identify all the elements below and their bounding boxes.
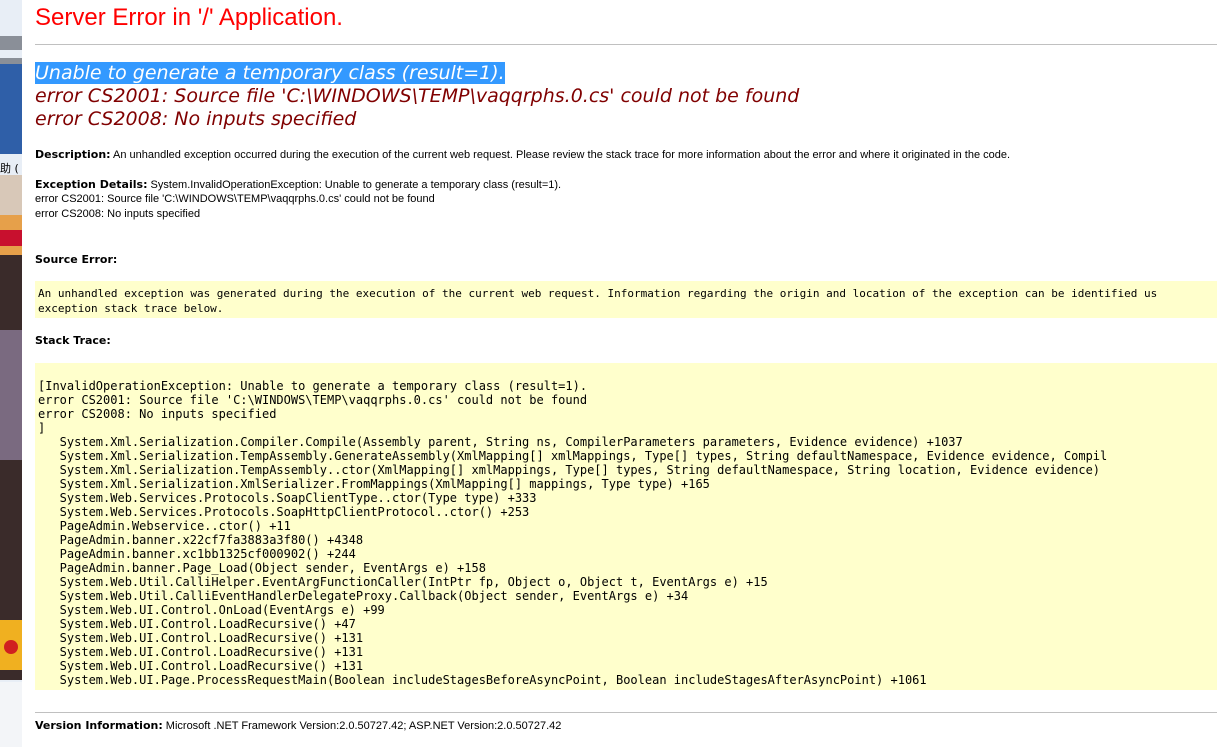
background-window-toolbar bbox=[0, 36, 22, 50]
footer-divider bbox=[35, 712, 1217, 713]
stack-trace-line: System.Xml.Serialization.Compiler.Compil… bbox=[38, 435, 963, 449]
description-text: An unhandled exception occurred during t… bbox=[113, 149, 1011, 161]
source-error-line-2: exception stack trace below. bbox=[38, 302, 224, 315]
source-error-box: An unhandled exception was generated dur… bbox=[35, 281, 1217, 318]
description-paragraph: Description: An unhandled exception occu… bbox=[35, 148, 1010, 161]
stack-trace-box: [InvalidOperationException: Unable to ge… bbox=[35, 363, 1217, 690]
stack-trace-line: System.Web.Services.Protocols.SoapClient… bbox=[38, 491, 537, 505]
background-window-text: 助 ( bbox=[0, 162, 19, 175]
version-label: Version Information: bbox=[35, 719, 163, 732]
stack-trace-line: System.Web.UI.Control.LoadRecursive() +1… bbox=[38, 631, 364, 645]
stack-trace-line: PageAdmin.banner.x22cf7fa3883a3f80() +43… bbox=[38, 533, 364, 547]
exception-details-text: System.InvalidOperationException: Unable… bbox=[150, 179, 562, 191]
background-window-banner bbox=[0, 64, 22, 154]
stack-trace-line: error CS2008: No inputs specified bbox=[38, 407, 277, 421]
source-error-label: Source Error: bbox=[35, 253, 118, 266]
stack-trace-line: PageAdmin.banner.xc1bb1325cf000902() +24… bbox=[38, 547, 356, 561]
stack-trace-line: System.Xml.Serialization.TempAssembly.Ge… bbox=[38, 449, 1108, 463]
stack-trace-line: PageAdmin.banner.Page_Load(Object sender… bbox=[38, 561, 486, 575]
stack-trace-line: System.Web.UI.Control.OnLoad(EventArgs e… bbox=[38, 603, 385, 617]
stack-trace-line: System.Xml.Serialization.TempAssembly..c… bbox=[38, 463, 1101, 477]
background-window-mascot-detail bbox=[4, 640, 18, 654]
stack-trace-line: System.Web.UI.Control.LoadRecursive() +4… bbox=[38, 617, 356, 631]
exception-details-label: Exception Details: bbox=[35, 178, 148, 191]
stack-trace-line: [InvalidOperationException: Unable to ge… bbox=[38, 379, 588, 393]
description-label: Description: bbox=[35, 148, 111, 161]
stack-trace-line: ] bbox=[38, 421, 46, 435]
error-page: Server Error in '/' Application. Unable … bbox=[22, 0, 1217, 747]
background-window-red-band bbox=[0, 230, 22, 246]
stack-trace-line: System.Web.Util.CalliEventHandlerDelegat… bbox=[38, 589, 689, 603]
background-window-footer bbox=[0, 682, 22, 747]
stack-trace-lines: [InvalidOperationException: Unable to ge… bbox=[38, 379, 1107, 687]
stack-trace-line: System.Web.UI.Page.ProcessRequestMain(Bo… bbox=[38, 673, 927, 687]
background-window-image-band bbox=[0, 175, 22, 215]
stack-trace-label: Stack Trace: bbox=[35, 334, 111, 347]
exception-details-line-1: Exception Details: System.InvalidOperati… bbox=[35, 178, 561, 191]
source-error-line-1: An unhandled exception was generated dur… bbox=[38, 287, 1158, 300]
stack-trace-line: System.Web.Services.Protocols.SoapHttpCl… bbox=[38, 505, 530, 519]
error-message-selected[interactable]: Unable to generate a temporary class (re… bbox=[35, 62, 505, 84]
version-text: Microsoft .NET Framework Version:2.0.507… bbox=[165, 720, 562, 732]
background-window-picture bbox=[0, 255, 22, 680]
stack-trace-line: PageAdmin.Webservice..ctor() +11 bbox=[38, 519, 291, 533]
page-title: Server Error in '/' Application. bbox=[35, 4, 343, 31]
error-message-cs2001: error CS2001: Source file 'C:\WINDOWS\TE… bbox=[35, 85, 800, 107]
stack-trace-line: error CS2001: Source file 'C:\WINDOWS\TE… bbox=[38, 393, 588, 407]
stack-trace-line: System.Xml.Serialization.XmlSerializer.F… bbox=[38, 477, 710, 491]
stack-trace-line: System.Web.UI.Control.LoadRecursive() +1… bbox=[38, 659, 364, 673]
exception-details-line-3: error CS2008: No inputs specified bbox=[35, 208, 201, 220]
error-message-cs2008: error CS2008: No inputs specified bbox=[35, 108, 357, 130]
version-information: Version Information: Microsoft .NET Fram… bbox=[35, 719, 561, 732]
exception-details-line-2: error CS2001: Source file 'C:\WINDOWS\TE… bbox=[35, 193, 435, 205]
stack-trace-line: System.Web.UI.Control.LoadRecursive() +1… bbox=[38, 645, 364, 659]
background-window-picture-detail bbox=[0, 330, 22, 460]
background-window-fragment: 助 ( bbox=[0, 0, 22, 747]
stack-trace-line: System.Web.Util.CalliHelper.EventArgFunc… bbox=[38, 575, 768, 589]
title-divider bbox=[35, 44, 1217, 45]
